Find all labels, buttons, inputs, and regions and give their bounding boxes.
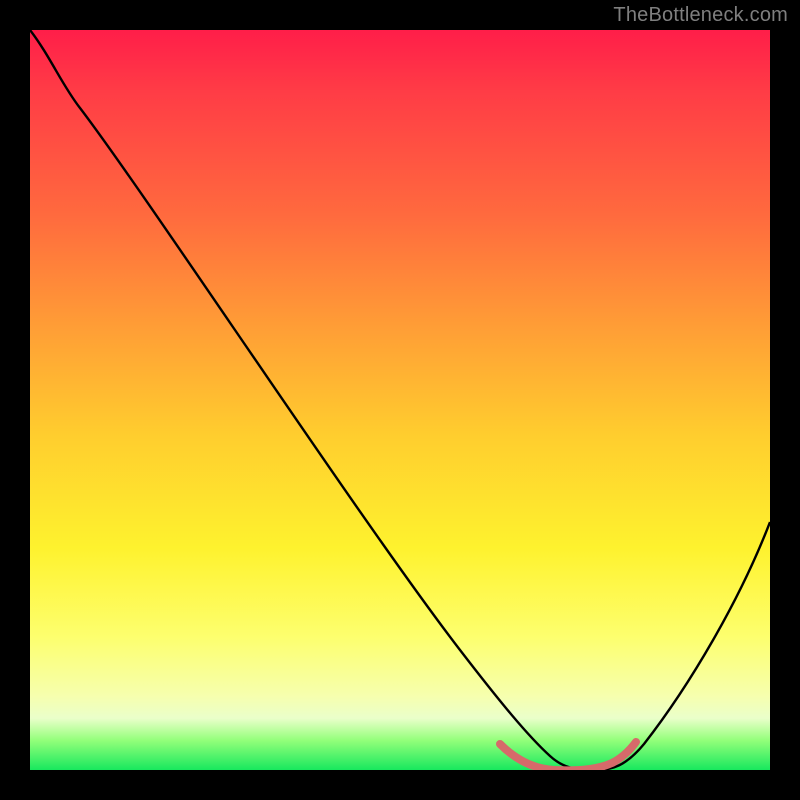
- watermark-text: TheBottleneck.com: [613, 4, 788, 27]
- gradient-panel: [30, 30, 770, 770]
- chart-stage: TheBottleneck.com: [0, 0, 800, 800]
